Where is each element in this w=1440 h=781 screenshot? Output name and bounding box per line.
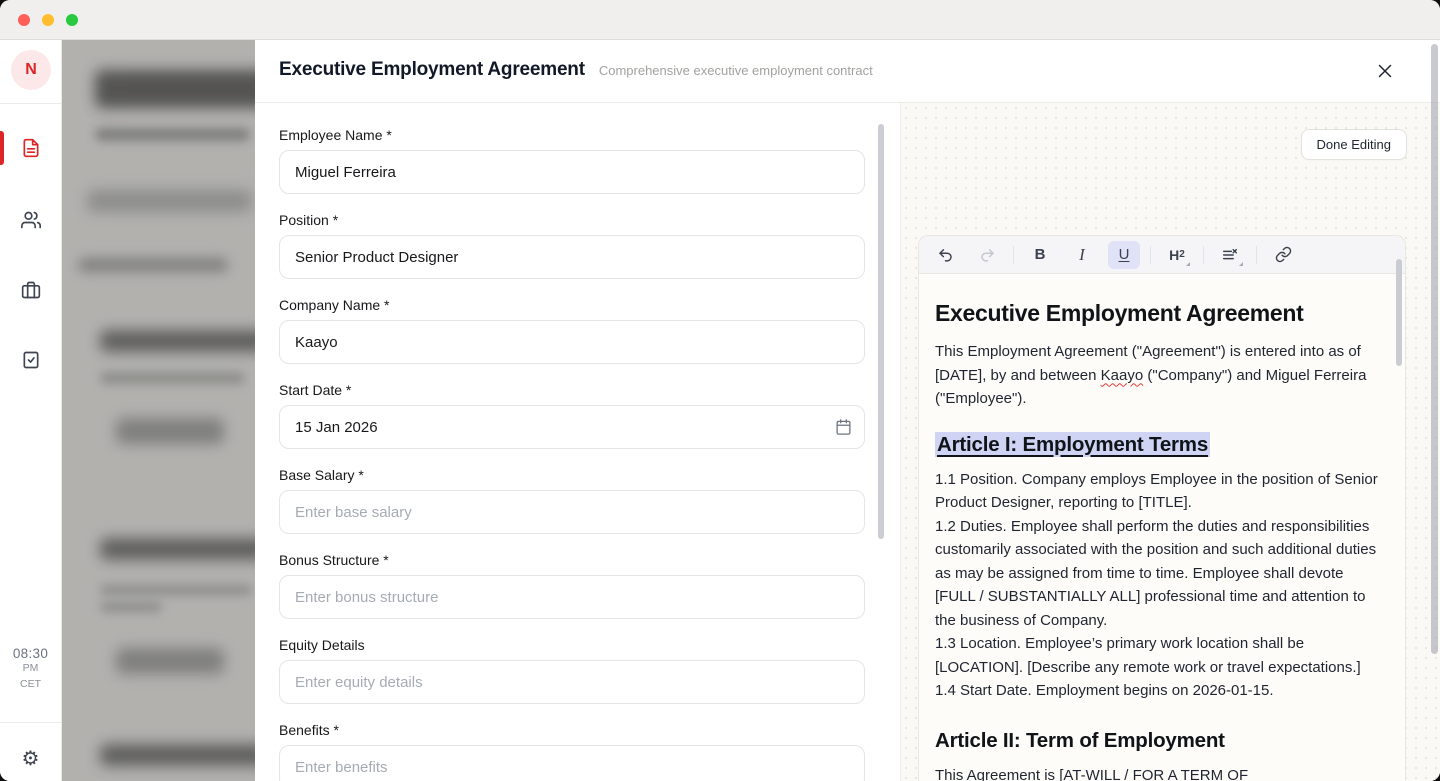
- undo-button[interactable]: [929, 241, 961, 269]
- field-label: Benefits *: [279, 722, 865, 738]
- toolbar-divider: [1150, 246, 1151, 264]
- editor-toolbar: B I U H2: [919, 236, 1405, 274]
- field-label: Start Date *: [279, 382, 865, 398]
- field-label: Bonus Structure *: [279, 552, 865, 568]
- equity-details-input[interactable]: [279, 660, 865, 704]
- done-editing-button[interactable]: Done Editing: [1301, 129, 1407, 160]
- preview-panel: Done Editing: [900, 103, 1440, 781]
- link-button[interactable]: [1267, 241, 1299, 269]
- titlebar: [0, 0, 1440, 40]
- selected-text: Article I: Employment Terms: [935, 432, 1210, 457]
- base-salary-input[interactable]: [279, 490, 865, 534]
- editor: B I U H2: [918, 235, 1406, 781]
- clock-time: 08:30: [0, 646, 61, 661]
- modal-dialog: Executive Employment Agreement Comprehen…: [255, 40, 1440, 781]
- minimize-window-button[interactable]: [42, 14, 54, 26]
- sidebar-item-workspace[interactable]: [11, 270, 51, 310]
- form-field: Equity Details: [279, 637, 865, 704]
- screen: N: [0, 0, 1440, 781]
- dropdown-corner-icon: [1239, 262, 1243, 266]
- field-label: Company Name *: [279, 297, 865, 313]
- sidebar-divider: [0, 722, 61, 723]
- field-label: Position *: [279, 212, 865, 228]
- misspelled-word: Kaayo: [1101, 367, 1144, 384]
- form-field: Employee Name *: [279, 127, 865, 194]
- sidebar-divider: [0, 103, 61, 104]
- form-panel: Employee Name * Position * Company Name …: [255, 103, 900, 781]
- undo-icon: [937, 246, 954, 263]
- close-icon: [1377, 63, 1393, 79]
- form-field: Start Date *: [279, 382, 865, 449]
- main-area: N: [0, 40, 1440, 781]
- form-field: Benefits *: [279, 722, 865, 781]
- briefcase-icon: [21, 280, 41, 300]
- active-nav-indicator: [0, 131, 4, 165]
- document-intro: This Employment Agreement ("Agreement") …: [935, 340, 1383, 411]
- field-label: Base Salary *: [279, 467, 865, 483]
- form-scrollbar[interactable]: [878, 124, 884, 539]
- sidebar-item-documents[interactable]: [11, 128, 51, 168]
- link-icon: [1275, 246, 1292, 263]
- article-1-heading: Article I: Employment Terms: [935, 433, 1383, 457]
- clock-meridiem: PM: [0, 661, 61, 677]
- avatar[interactable]: N: [11, 50, 51, 90]
- sidebar: N: [0, 40, 62, 781]
- window-scrollbar[interactable]: [1431, 44, 1438, 654]
- close-modal-button[interactable]: [1370, 56, 1400, 86]
- sidebar-item-tasks[interactable]: [11, 340, 51, 380]
- field-label: Employee Name *: [279, 127, 865, 143]
- sidebar-clock: 08:30 PM CET: [0, 646, 61, 693]
- bold-button[interactable]: B: [1024, 241, 1056, 269]
- company-name-input[interactable]: [279, 320, 865, 364]
- heading-sub: 2: [1179, 249, 1185, 260]
- form-field: Company Name *: [279, 297, 865, 364]
- italic-button[interactable]: I: [1066, 241, 1098, 269]
- form-field: Base Salary *: [279, 467, 865, 534]
- zoom-window-button[interactable]: [66, 14, 78, 26]
- settings-button[interactable]: ⚙: [11, 738, 51, 778]
- list-options-button[interactable]: [1214, 241, 1246, 269]
- dropdown-corner-icon: [1186, 262, 1190, 266]
- article-1-body: 1.1 Position. Company employs Employee i…: [935, 468, 1383, 703]
- modal-header: Executive Employment Agreement Comprehen…: [255, 40, 1440, 103]
- close-window-button[interactable]: [18, 14, 30, 26]
- toolbar-divider: [1203, 246, 1204, 264]
- article-2-heading: Article II: Term of Employment: [935, 729, 1383, 753]
- modal-subtitle: Comprehensive executive employment contr…: [599, 63, 873, 78]
- modal-overlay: [62, 40, 255, 781]
- start-date-input[interactable]: [279, 405, 865, 449]
- heading-button[interactable]: H2: [1161, 241, 1193, 269]
- heading-label: H: [1169, 247, 1179, 263]
- clock-timezone: CET: [0, 677, 61, 693]
- app-window: N: [0, 0, 1440, 781]
- document-title: Executive Employment Agreement: [935, 300, 1383, 327]
- file-text-icon: [21, 138, 41, 158]
- users-icon: [21, 210, 41, 230]
- file-check-icon: [21, 350, 41, 370]
- redo-button[interactable]: [971, 241, 1003, 269]
- toolbar-divider: [1013, 246, 1014, 264]
- list-clear-icon: [1221, 246, 1239, 264]
- modal-title: Executive Employment Agreement: [279, 59, 585, 81]
- employee-name-input[interactable]: [279, 150, 865, 194]
- toolbar-divider: [1256, 246, 1257, 264]
- bonus-structure-input[interactable]: [279, 575, 865, 619]
- dimmed-background-page: [62, 40, 255, 781]
- redo-icon: [979, 246, 996, 263]
- sidebar-item-people[interactable]: [11, 200, 51, 240]
- document-preview[interactable]: Executive Employment Agreement This Empl…: [919, 274, 1405, 781]
- form-field: Position *: [279, 212, 865, 279]
- modal-body: Employee Name * Position * Company Name …: [255, 103, 1440, 781]
- field-label: Equity Details: [279, 637, 865, 653]
- underline-button[interactable]: U: [1108, 241, 1140, 269]
- document-scrollbar[interactable]: [1396, 259, 1402, 366]
- benefits-input[interactable]: [279, 745, 865, 781]
- gear-icon: ⚙: [22, 746, 40, 771]
- position-input[interactable]: [279, 235, 865, 279]
- form-field: Bonus Structure *: [279, 552, 865, 619]
- article-2-body: This Agreement is [AT-WILL / FOR A TERM …: [935, 764, 1383, 781]
